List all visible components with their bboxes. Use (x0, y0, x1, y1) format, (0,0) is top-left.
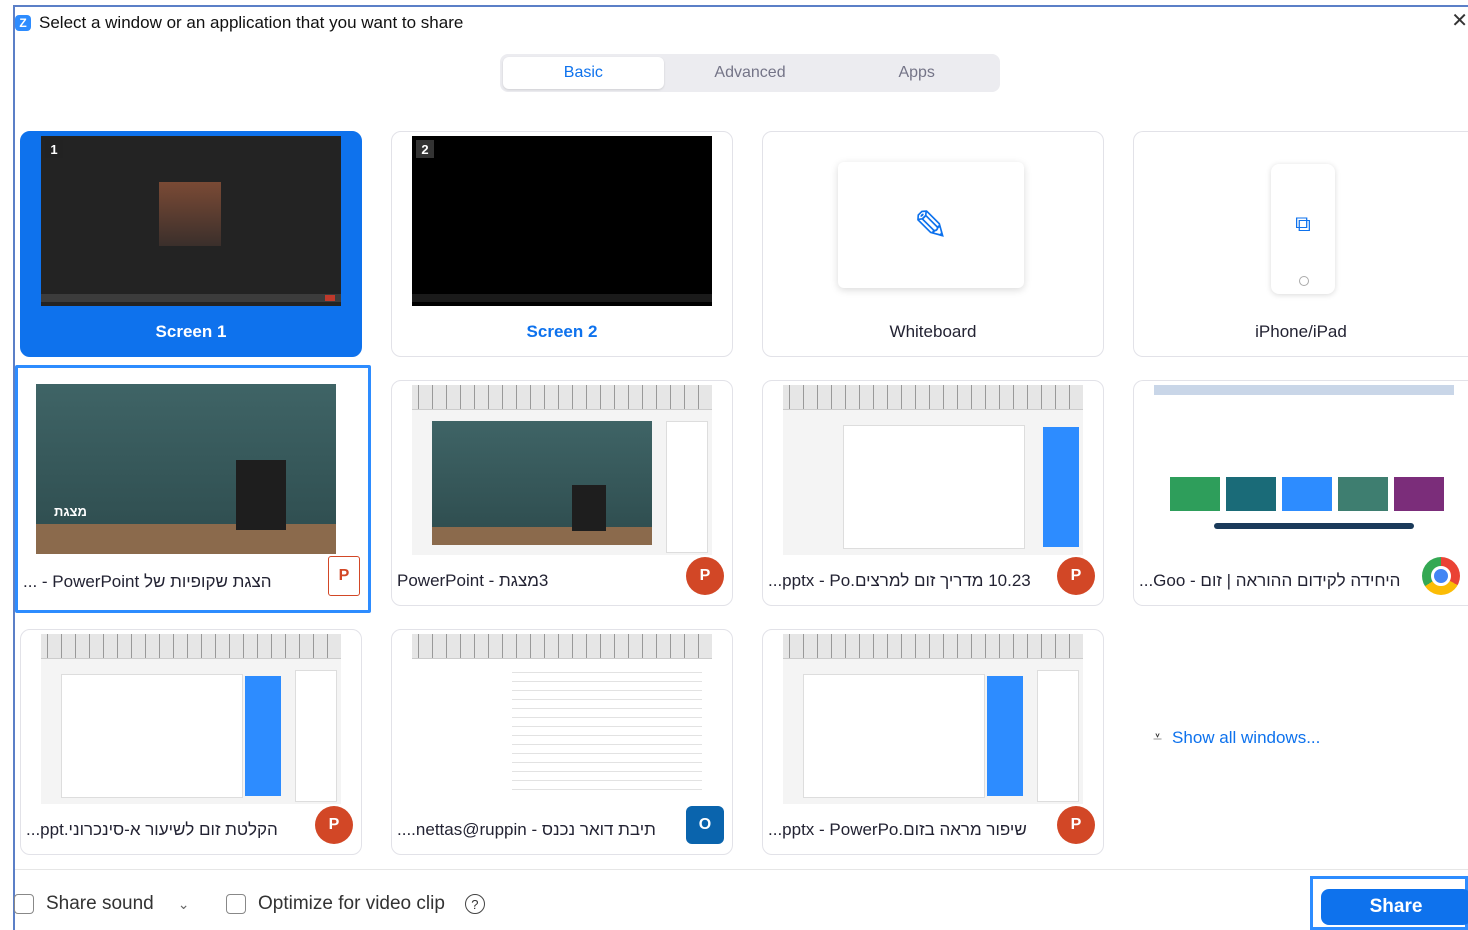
share-button[interactable]: Share (1321, 889, 1468, 925)
tab-basic[interactable]: Basic (503, 57, 664, 89)
source-label: 10.23 מדריך זום למרצים.pptx - Po... (768, 571, 1031, 590)
ppt-window-thumbnail (41, 634, 341, 804)
source-window-chrome[interactable]: היחידה לקידום ההוראה | זום - Goo... (1133, 380, 1468, 606)
powerpoint-icon: P (686, 557, 724, 595)
tab-advanced[interactable]: Advanced (670, 57, 831, 89)
optimize-video-label: Optimize for video clip (258, 893, 445, 914)
show-all-windows-link[interactable]: ⩡ Show all windows... (1153, 728, 1320, 748)
powerpoint-icon: P (1057, 557, 1095, 595)
chrome-icon (1422, 557, 1460, 595)
ppt-window-thumbnail (783, 385, 1083, 555)
share-tabs: Basic Advanced Apps (500, 54, 1000, 92)
zoom-logo-icon: Z (15, 15, 31, 31)
pencil-icon: ✎ (913, 201, 949, 249)
tab-apps[interactable]: Apps (836, 57, 997, 89)
source-screen-1[interactable]: 1 Screen 1 (20, 131, 362, 357)
source-label: תיבת דואר נכנס - nettas@ruppin.... (397, 820, 656, 839)
ppt-window-thumbnail (412, 385, 712, 555)
collapse-arrows-icon: ⩡ (1153, 729, 1163, 746)
share-sound-label: Share sound (46, 893, 154, 914)
footer-divider (15, 869, 1468, 870)
share-sound-checkbox[interactable] (14, 894, 34, 914)
window-title: Select a window or an application that y… (39, 13, 464, 32)
phone-thumbnail: ⧉ (1271, 164, 1335, 294)
source-label: Screen 2 (526, 322, 598, 341)
source-label: הקלטת זום לשיעור א-סינכרוני.ppt... (26, 820, 278, 839)
powerpoint-file-icon: P (328, 556, 360, 596)
video-person-thumbnail (159, 182, 221, 246)
share-sound-option[interactable]: Share sound ⌄ (14, 893, 189, 915)
source-label: שיפור מראה בזום.pptx - PowerPo... (768, 820, 1027, 839)
source-window-outlook[interactable]: תיבת דואר נכנס - nettas@ruppin.... O (391, 629, 733, 855)
source-label: Screen 1 (155, 322, 227, 341)
source-window-ppt-appearance[interactable]: שיפור מראה בזום.pptx - PowerPo... P (762, 629, 1104, 855)
help-icon[interactable]: ? (464, 894, 485, 914)
close-icon[interactable]: ✕ (1451, 8, 1468, 33)
source-whiteboard[interactable]: ✎ Whiteboard (762, 131, 1104, 357)
show-all-windows-label: Show all windows... (1172, 728, 1321, 747)
source-label: היחידה לקידום ההוראה | זום - Goo... (1139, 571, 1401, 590)
outlook-window-thumbnail (412, 634, 712, 804)
source-iphone-ipad[interactable]: ⧉ iPhone/iPad (1133, 131, 1468, 357)
source-label: Whiteboard (889, 322, 977, 341)
share-button-focus-ring: Share (1310, 876, 1468, 930)
source-label: הצגת שקופיות של PowerPoint - ... (23, 572, 272, 591)
source-label: 3מצגת - PowerPoint (397, 571, 549, 590)
chrome-window-thumbnail (1154, 385, 1454, 555)
screen-1-thumbnail: 1 (41, 136, 341, 306)
source-screen-2[interactable]: 2 Screen 2 (391, 131, 733, 357)
ppt-window-thumbnail (783, 634, 1083, 804)
title-bar: Z Select a window or an application that… (15, 8, 463, 38)
chevron-down-icon[interactable]: ⌄ (178, 896, 190, 913)
screen-2-thumbnail: 2 (412, 136, 712, 306)
outlook-icon: O (686, 806, 724, 844)
optimize-video-checkbox[interactable] (226, 894, 246, 914)
window-border-top (13, 5, 1468, 7)
source-window-ppt-recording[interactable]: הקלטת זום לשיעור א-סינכרוני.ppt... P (20, 629, 362, 855)
powerpoint-icon: P (1057, 806, 1095, 844)
screen-number-badge: 2 (416, 140, 434, 158)
airplay-icon: ⧉ (1295, 211, 1311, 236)
screen-number-badge: 1 (45, 140, 63, 158)
source-window-slideshow[interactable]: מצגת הצגת שקופיות של PowerPoint - ... P (15, 365, 371, 613)
powerpoint-icon: P (315, 806, 353, 844)
whiteboard-thumbnail: ✎ (838, 162, 1024, 288)
source-window-ppt-3[interactable]: 3מצגת - PowerPoint P (391, 380, 733, 606)
slideshow-thumbnail: מצגת (36, 384, 336, 554)
optimize-video-option[interactable]: Optimize for video clip ? (226, 893, 485, 915)
source-label: iPhone/iPad (1255, 322, 1347, 341)
source-window-ppt-guide[interactable]: 10.23 מדריך זום למרצים.pptx - Po... P (762, 380, 1104, 606)
